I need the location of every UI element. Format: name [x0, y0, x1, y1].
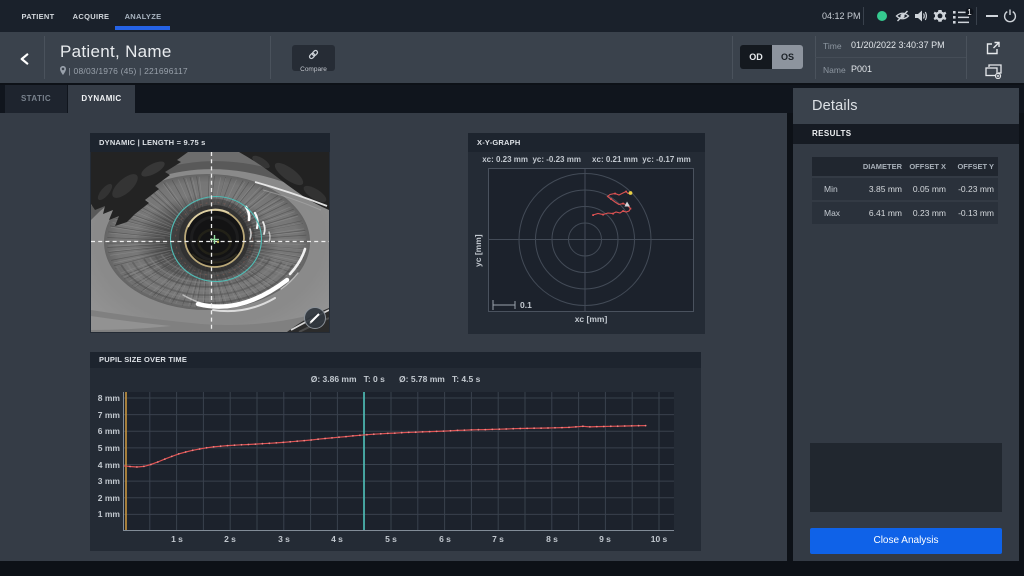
- svg-text:0.1: 0.1: [520, 300, 532, 310]
- svg-text:1: 1: [967, 8, 972, 17]
